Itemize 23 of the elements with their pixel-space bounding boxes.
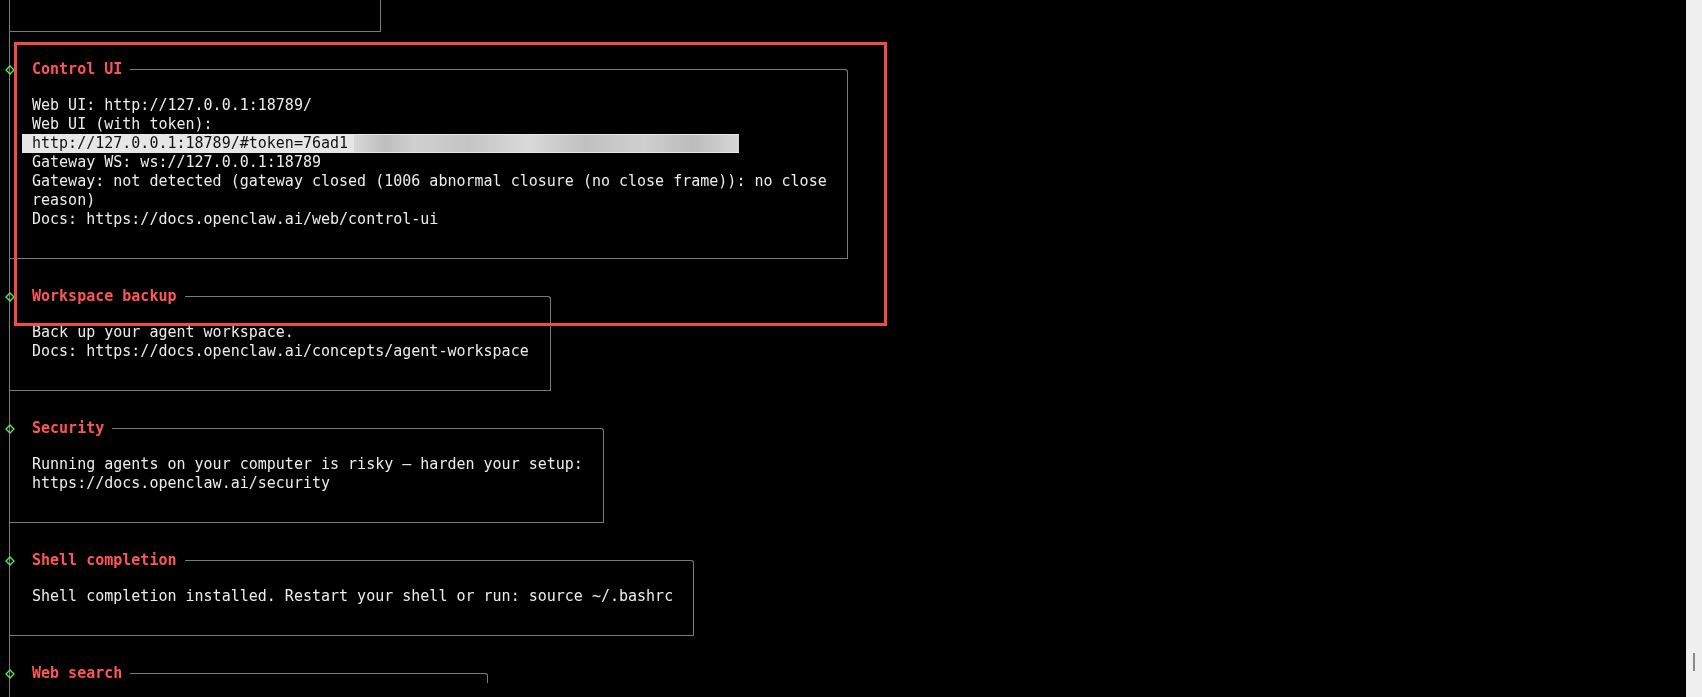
output-line: https://docs.openclaw.ai/security xyxy=(32,474,330,492)
scrollbar[interactable] xyxy=(1686,0,1702,697)
section-title: Security xyxy=(32,419,106,438)
output-line: Docs: https://docs.openclaw.ai/concepts/agent-workspace xyxy=(32,342,529,360)
output-line: Running agents on your computer is risky — harden your setup: xyxy=(32,455,583,473)
output-line: Docs: https://docs.openclaw.ai/web/control-ui xyxy=(32,210,439,228)
diamond-icon xyxy=(5,423,15,434)
diamond-icon xyxy=(5,555,15,566)
output-line: Gateway WS: ws://127.0.0.1:18789 xyxy=(32,153,321,171)
output-line: Gateway: not detected (gateway closed (1006 abnormal closure (no close frame)): no close reason) xyxy=(32,172,827,209)
token-url: http://127.0.0.1:18789/#token=76ad1 xyxy=(32,134,349,153)
section-title: Control UI xyxy=(32,60,124,79)
section-title: Shell completion xyxy=(32,551,178,570)
scrollbar-thumb[interactable] xyxy=(1693,653,1695,671)
section-title: Workspace backup xyxy=(32,287,178,306)
diamond-icon xyxy=(5,668,15,679)
diamond-icon xyxy=(5,291,15,302)
diamond-icon xyxy=(5,64,15,75)
section-title: Web search xyxy=(32,664,124,683)
output-line: Web UI: http://127.0.0.1:18789/ xyxy=(32,96,312,114)
output-line: Shell completion installed. Restart your shell or run: source ~/.bashrc xyxy=(32,587,674,605)
output-line: Back up your agent workspace. xyxy=(32,323,294,341)
output-line: Web UI (with token): xyxy=(32,115,213,133)
